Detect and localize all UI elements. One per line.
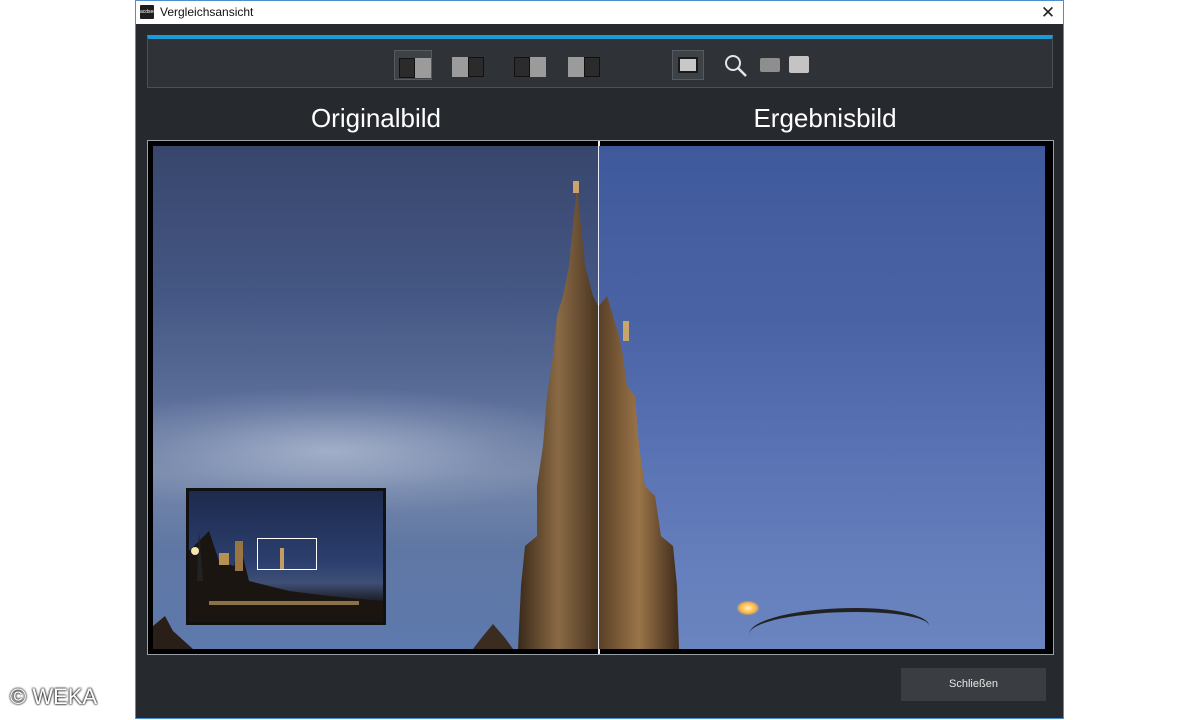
- fit-to-window-icon: [760, 58, 780, 72]
- split-view-vertical-button[interactable]: [394, 50, 432, 80]
- original-image-heading: Originalbild: [310, 103, 442, 133]
- navigator-thumbnail[interactable]: [186, 488, 386, 625]
- view-toolbar: [147, 35, 1053, 88]
- result-image-heading: Ergebnisbild: [753, 103, 897, 133]
- actual-size-icon: [789, 56, 809, 73]
- window-title: Vergleichsansicht: [160, 5, 254, 19]
- window-close-button[interactable]: ✕: [1033, 1, 1063, 24]
- zoom-icon: [725, 55, 747, 77]
- side-by-side-dark-left-button[interactable]: [510, 50, 548, 80]
- original-image[interactable]: [153, 146, 598, 649]
- watermark: © WEKA: [10, 684, 98, 709]
- side-by-side-light-left-button[interactable]: [564, 50, 602, 80]
- actual-size-button[interactable]: [786, 50, 812, 80]
- result-image[interactable]: [599, 146, 1045, 649]
- church-tower-right: [599, 296, 679, 649]
- street-lamp-light: [737, 601, 759, 615]
- navigator-viewport-frame[interactable]: [257, 538, 317, 570]
- single-view-button[interactable]: [672, 50, 704, 80]
- app-logo-icon: acdsee: [140, 5, 156, 19]
- split-view-left-button[interactable]: [448, 50, 486, 80]
- comparison-viewer[interactable]: [147, 140, 1054, 655]
- fit-to-window-button[interactable]: [758, 50, 784, 80]
- comparison-window: acdsee Vergleichsansicht ✕ Originalbild …: [135, 0, 1064, 719]
- single-view-icon: [678, 57, 698, 73]
- close-button[interactable]: Schließen: [901, 668, 1046, 701]
- title-bar: acdsee Vergleichsansicht ✕: [136, 1, 1063, 24]
- zoom-button[interactable]: [720, 50, 750, 80]
